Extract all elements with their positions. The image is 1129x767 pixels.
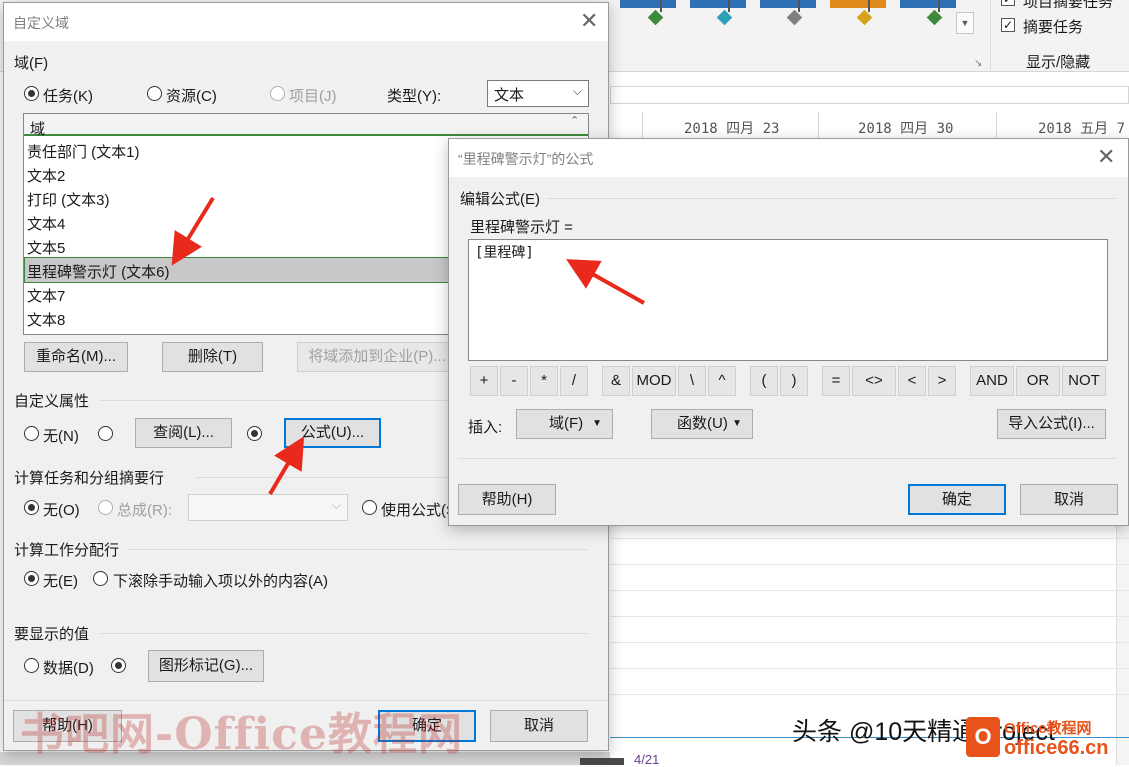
annotation-arrow-button	[268, 436, 305, 496]
annotation-arrows	[171, 196, 645, 496]
office-logo-icon: O	[966, 717, 1000, 757]
annotation-arrow-formula	[566, 259, 645, 305]
annotation-arrow-list	[171, 196, 215, 266]
logo-text: Office教程网	[1004, 720, 1092, 737]
logo-url-text: office66.cn	[1004, 737, 1109, 759]
watermark-text: 书吧网-Office教程网	[20, 709, 463, 760]
